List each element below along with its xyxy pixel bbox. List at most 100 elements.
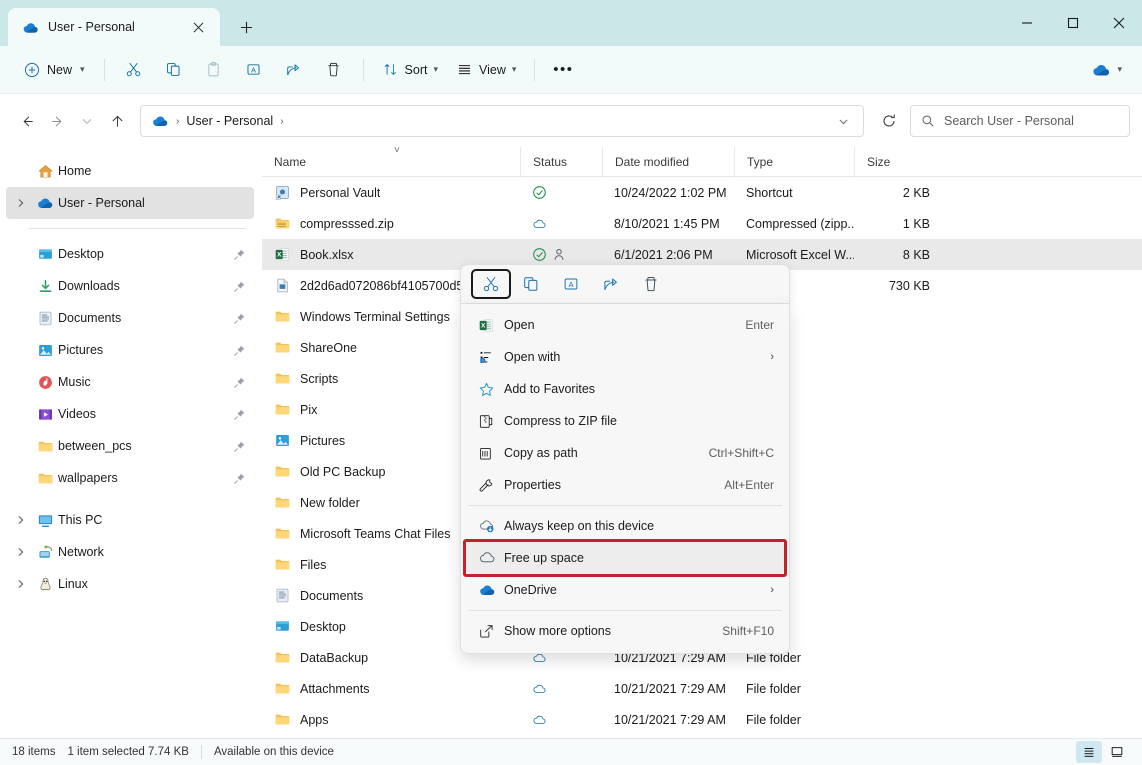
close-window-icon[interactable]: [1096, 0, 1142, 46]
pin-icon[interactable]: [233, 312, 246, 325]
context-rename-button[interactable]: A: [551, 269, 591, 299]
sidebar-item-wallpapers[interactable]: wallpapers: [6, 462, 254, 494]
context-cut-button[interactable]: [471, 269, 511, 299]
sidebar-item-linux[interactable]: Linux: [6, 568, 254, 600]
large-icons-view-button[interactable]: [1104, 741, 1130, 763]
sidebar-item-label: Videos: [58, 407, 96, 421]
delete-button[interactable]: [314, 54, 354, 86]
pin-icon[interactable]: [233, 472, 246, 485]
file-name: Scripts: [300, 372, 338, 386]
table-row[interactable]: Apps10/21/2021 7:29 AMFile folder: [262, 704, 1142, 735]
menu-item-free-up-space[interactable]: Free up space: [466, 542, 784, 574]
search-input[interactable]: Search User - Personal: [910, 105, 1130, 137]
onedrive-status-button[interactable]: ▾: [1091, 60, 1128, 80]
file-name-cell[interactable]: Apps: [262, 704, 520, 735]
sidebar-item-this-pc[interactable]: This PC: [6, 504, 254, 536]
share-button[interactable]: [274, 54, 314, 86]
sidebar-item-pictures[interactable]: Pictures: [6, 334, 254, 366]
see-more-button[interactable]: •••: [544, 54, 582, 86]
file-name: ShareOne: [300, 341, 357, 355]
chevron-right-icon[interactable]: [10, 509, 32, 531]
file-name-cell[interactable]: compresssed.zip: [262, 208, 520, 239]
chevron-right-icon[interactable]: [10, 192, 32, 214]
chevron-right-icon[interactable]: [10, 573, 32, 595]
back-button[interactable]: [12, 106, 42, 136]
file-name-cell[interactable]: Attachments: [262, 673, 520, 704]
sidebar-item-label: Pictures: [58, 343, 103, 357]
up-button[interactable]: [102, 106, 132, 136]
chevron-down-icon[interactable]: [830, 116, 857, 127]
chevron-right-icon[interactable]: [10, 541, 32, 563]
column-header-status[interactable]: Status: [520, 147, 602, 177]
column-header-type[interactable]: Type: [734, 147, 854, 177]
close-icon[interactable]: [186, 15, 210, 39]
sidebar-item-between-pcs[interactable]: between_pcs: [6, 430, 254, 462]
tab-user-personal[interactable]: User - Personal: [8, 8, 220, 46]
pin-icon[interactable]: [233, 344, 246, 357]
sort-button[interactable]: Sort ▾: [373, 54, 447, 86]
sidebar-item-home[interactable]: Home: [6, 155, 254, 187]
menu-item-always-keep-on-this-device[interactable]: Always keep on this device: [466, 510, 784, 542]
excel-icon: X: [478, 317, 504, 334]
menu-item-open-with[interactable]: ?Open with›: [466, 341, 784, 373]
new-tab-button[interactable]: [230, 11, 262, 43]
rename-button[interactable]: A: [234, 54, 274, 86]
column-header-date-modified[interactable]: Date modified: [602, 147, 734, 177]
maximize-icon[interactable]: [1050, 0, 1096, 46]
pin-icon[interactable]: [233, 440, 246, 453]
context-menu-toolbar[interactable]: A: [460, 264, 790, 304]
sidebar-item-music[interactable]: Music: [6, 366, 254, 398]
file-name: Personal Vault: [300, 186, 380, 200]
sidebar-item-documents[interactable]: Documents: [6, 302, 254, 334]
sidebar-item-network[interactable]: Network: [6, 536, 254, 568]
documents-icon: [274, 587, 291, 604]
table-row[interactable]: Attachments10/21/2021 7:29 AMFile folder: [262, 673, 1142, 704]
column-header-size[interactable]: Size: [854, 147, 944, 177]
context-share-button[interactable]: [591, 269, 631, 299]
forward-button[interactable]: [42, 106, 72, 136]
menu-item-onedrive[interactable]: OneDrive›: [466, 574, 784, 606]
new-button[interactable]: New ▾: [14, 54, 95, 86]
view-button[interactable]: View ▾: [447, 54, 525, 86]
sidebar-item-downloads[interactable]: Downloads: [6, 270, 254, 302]
minimize-icon[interactable]: [1004, 0, 1050, 46]
pin-icon[interactable]: [233, 248, 246, 261]
breadcrumb-separator-2[interactable]: ›: [280, 116, 283, 127]
file-name: Desktop: [300, 620, 346, 634]
pin-icon[interactable]: [233, 376, 246, 389]
copy-button[interactable]: [154, 54, 194, 86]
breadcrumb-current[interactable]: User - Personal: [186, 114, 273, 128]
context-menu[interactable]: A XOpenEnter?Open with›Add to FavoritesC…: [460, 264, 790, 654]
recent-locations-button[interactable]: [72, 106, 102, 136]
file-name-cell[interactable]: Personal Vault: [262, 177, 520, 208]
sidebar-item-desktop[interactable]: Desktop: [6, 238, 254, 270]
navigation-pane[interactable]: HomeUser - Personal DesktopDownloadsDocum…: [0, 147, 262, 738]
cut-button[interactable]: [114, 54, 154, 86]
context-menu-items[interactable]: XOpenEnter?Open with›Add to FavoritesCom…: [460, 304, 790, 654]
breadcrumb-separator[interactable]: ›: [176, 116, 179, 127]
menu-item-copy-as-path[interactable]: Copy as pathCtrl+Shift+C: [466, 437, 784, 469]
column-header-date-label: Date modified: [615, 155, 689, 169]
onedrive-cloud-icon: [151, 112, 169, 130]
menu-item-show-more-options[interactable]: Show more optionsShift+F10: [466, 615, 784, 647]
column-header-name[interactable]: Name ˅: [262, 147, 520, 177]
folder-icon: [274, 711, 291, 728]
details-view-button[interactable]: [1076, 741, 1102, 763]
context-copy-button[interactable]: [511, 269, 551, 299]
menu-item-properties[interactable]: PropertiesAlt+Enter: [466, 469, 784, 501]
menu-item-add-to-favorites[interactable]: Add to Favorites: [466, 373, 784, 405]
pin-icon[interactable]: [233, 280, 246, 293]
breadcrumb[interactable]: › User - Personal ›: [140, 105, 864, 137]
menu-item-open[interactable]: XOpenEnter: [466, 309, 784, 341]
menu-item-compress-to-zip-file[interactable]: Compress to ZIP file: [466, 405, 784, 437]
pin-icon[interactable]: [233, 408, 246, 421]
table-row[interactable]: compresssed.zip8/10/2021 1:45 PMCompress…: [262, 208, 1142, 239]
sidebar-item-videos[interactable]: Videos: [6, 398, 254, 430]
pictures-icon: [32, 342, 58, 359]
sidebar-item-user-personal[interactable]: User - Personal: [6, 187, 254, 219]
sidebar-item-label: between_pcs: [58, 439, 132, 453]
table-row[interactable]: Personal Vault10/24/2022 1:02 PMShortcut…: [262, 177, 1142, 208]
folder-icon: [274, 525, 291, 542]
context-delete-button[interactable]: [631, 269, 671, 299]
refresh-button[interactable]: [874, 106, 904, 136]
